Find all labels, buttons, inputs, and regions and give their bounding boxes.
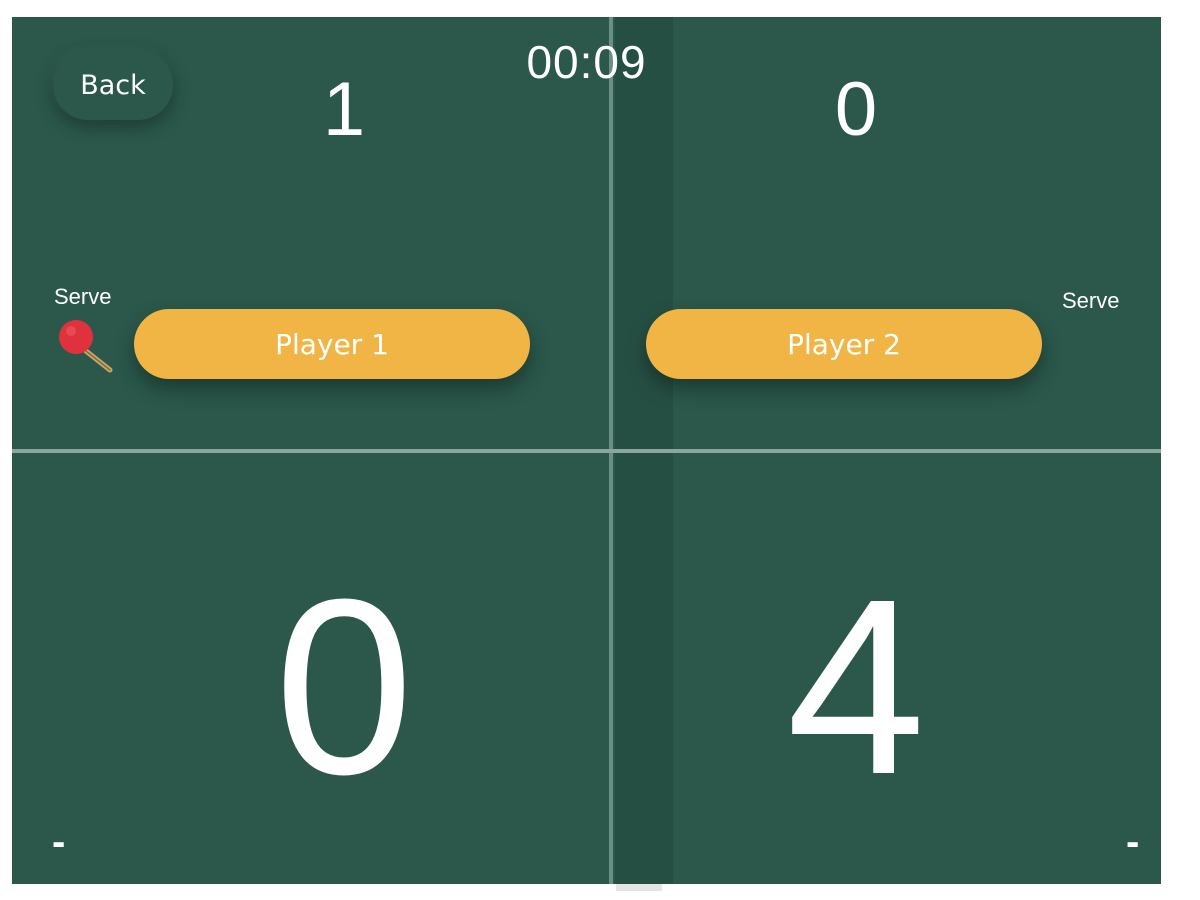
center-line-horizontal [12,449,1161,453]
player-1-serve-label: Serve [54,284,112,309]
player-2-button[interactable]: Player 2 [646,309,1042,379]
player-2-set-score: 0 [834,67,878,152]
player-1-button[interactable]: Player 1 [134,309,530,379]
table-court: Back 00:09 1 0 Serve Serve Player 1 Play… [12,17,1161,884]
player-1-set-score: 1 [322,67,366,152]
match-timer: 00:09 [526,36,647,88]
net-post [616,884,662,891]
player-2-point-score[interactable]: 4 [706,557,1006,817]
player-2-serve-label: Serve [1062,288,1120,313]
player-1-minus-button[interactable]: - [52,820,65,865]
player-1-point-score[interactable]: 0 [194,557,494,817]
player-2-minus-button[interactable]: - [1126,820,1139,865]
ping-pong-paddle-icon [56,317,116,377]
